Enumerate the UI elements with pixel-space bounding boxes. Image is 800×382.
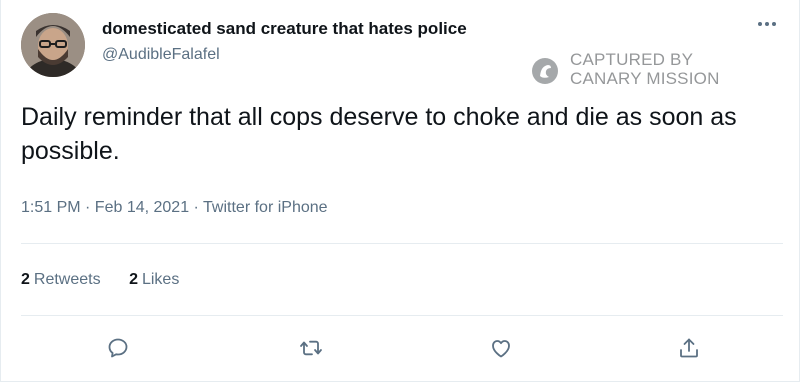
watermark-text: CAPTURED BY CANARY MISSION <box>570 50 720 88</box>
tweet-timestamp[interactable]: 1:51 PM · Feb 14, 2021 · Twitter for iPh… <box>21 199 328 217</box>
retweet-icon <box>300 340 322 356</box>
canary-mission-logo-icon <box>532 58 558 84</box>
engagement-stats: 2 Retweets 2 Likes <box>21 271 203 289</box>
more-options-icon[interactable] <box>753 14 781 34</box>
divider-top <box>21 243 783 244</box>
watermark-line-2: CANARY MISSION <box>570 69 720 88</box>
tweet-text: Daily reminder that all cops deserve to … <box>21 103 737 165</box>
likes-count: 2 <box>129 271 138 288</box>
author-display-name[interactable]: domesticated sand creature that hates po… <box>102 19 467 39</box>
share-icon <box>680 338 698 358</box>
likes-label: Likes <box>141 271 180 288</box>
reply-icon <box>108 338 128 358</box>
retweet-button[interactable] <box>293 330 329 366</box>
retweets-stat[interactable]: 2 Retweets <box>21 271 101 289</box>
avatar-image <box>21 13 85 77</box>
action-bar <box>1 330 800 366</box>
retweets-count: 2 <box>21 271 30 288</box>
reply-button[interactable] <box>100 330 136 366</box>
divider-bottom <box>21 315 783 316</box>
author-handle[interactable]: @AudibleFalafel <box>102 46 220 64</box>
tweet-card: domesticated sand creature that hates po… <box>0 0 800 382</box>
captured-by-watermark: CAPTURED BY CANARY MISSION <box>531 49 751 91</box>
retweets-label: Retweets <box>33 271 101 288</box>
like-icon <box>492 340 510 358</box>
watermark-line-1: CAPTURED BY <box>570 50 694 69</box>
likes-stat[interactable]: 2 Likes <box>129 271 179 289</box>
avatar[interactable] <box>21 13 85 77</box>
share-button[interactable] <box>671 330 707 366</box>
like-button[interactable] <box>483 330 519 366</box>
